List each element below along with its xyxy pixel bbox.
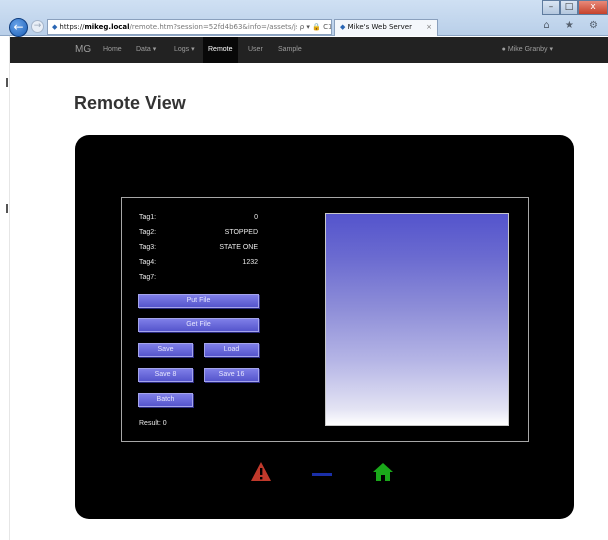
tag-label: Tag1: [139, 214, 157, 221]
save-button[interactable]: Save [138, 343, 193, 357]
address-host: mikeg.local [84, 23, 130, 31]
back-arrow-icon[interactable]: ← [9, 18, 28, 37]
save-16-button[interactable]: Save 16 [204, 368, 259, 382]
browser-tab[interactable]: ◆ Mike's Web Server × [334, 19, 438, 36]
result-text: Result: 0 [139, 420, 167, 427]
save-8-button[interactable]: Save 8 [138, 368, 193, 382]
close-button[interactable]: x [578, 0, 608, 15]
gutter-mark [6, 204, 8, 213]
nav-user-menu[interactable]: ● Mike Granby ▾ [502, 37, 553, 63]
tag-label: Tag7: [139, 274, 157, 281]
nav-item-remote[interactable]: Remote [203, 37, 238, 63]
remote-screen: Tag1: 0 Tag2: STOPPED Tag3: STATE ONE Ta… [121, 197, 529, 442]
address-tools[interactable]: ρ ▾ 🔒 C [296, 20, 328, 34]
tag-value: 1232 [242, 259, 258, 266]
dash-icon[interactable] [312, 473, 332, 476]
minimize-button[interactable]: – [542, 0, 560, 15]
tag-value: 0 [254, 214, 258, 221]
nav-item-home[interactable]: Home [103, 37, 122, 63]
maximize-button[interactable]: □ [560, 0, 578, 15]
tab-close-icon[interactable]: × [426, 20, 432, 35]
nav-user-name: Mike Granby ▾ [507, 46, 553, 53]
page-left-gutter [0, 36, 10, 540]
nav-item-data[interactable]: Data ▾ [136, 37, 156, 63]
tag-label: Tag4: [139, 259, 157, 266]
gradient-display [325, 213, 509, 426]
gutter-mark [6, 78, 8, 87]
address-scheme: https:// [59, 23, 85, 31]
get-file-button[interactable]: Get File [138, 318, 259, 332]
tag-value: STATE ONE [219, 244, 258, 251]
browser-toolbar: ← → ◆ https://mikeg.local/remote.htm?sess… [0, 0, 608, 37]
favicon-icon: ◆ [52, 23, 58, 31]
tag-label: Tag2: [139, 229, 157, 236]
page-title: Remote View [74, 93, 186, 113]
forward-arrow-icon[interactable]: → [31, 20, 44, 33]
nav-item-user[interactable]: User [248, 37, 263, 63]
home-icon[interactable] [372, 461, 394, 483]
window-controls: – □ x [542, 0, 608, 15]
nav-item-sample[interactable]: Sample [278, 37, 302, 63]
tag-label: Tag3: [139, 244, 157, 251]
address-bar[interactable]: ◆ https://mikeg.local/remote.htm?session=… [47, 19, 332, 35]
browser-window: ← → ◆ https://mikeg.local/remote.htm?sess… [0, 0, 608, 540]
remote-panel: Tag1: 0 Tag2: STOPPED Tag3: STATE ONE Ta… [75, 135, 574, 519]
app-navbar: MG Home Data ▾ Logs ▾ Remote User Sample… [10, 37, 608, 63]
nav-item-logs[interactable]: Logs ▾ [174, 37, 195, 63]
tag-value: STOPPED [224, 229, 258, 236]
put-file-button[interactable]: Put File [138, 294, 259, 308]
load-button[interactable]: Load [204, 343, 259, 357]
navbar-brand[interactable]: MG [75, 37, 91, 63]
batch-button[interactable]: Batch [138, 393, 193, 407]
toolbar-icons[interactable]: ⌂ ★ ⚙ [543, 20, 604, 31]
tab-title: Mike's Web Server [347, 23, 412, 31]
favicon-icon: ◆ [340, 23, 348, 31]
warning-icon[interactable] [250, 461, 272, 483]
